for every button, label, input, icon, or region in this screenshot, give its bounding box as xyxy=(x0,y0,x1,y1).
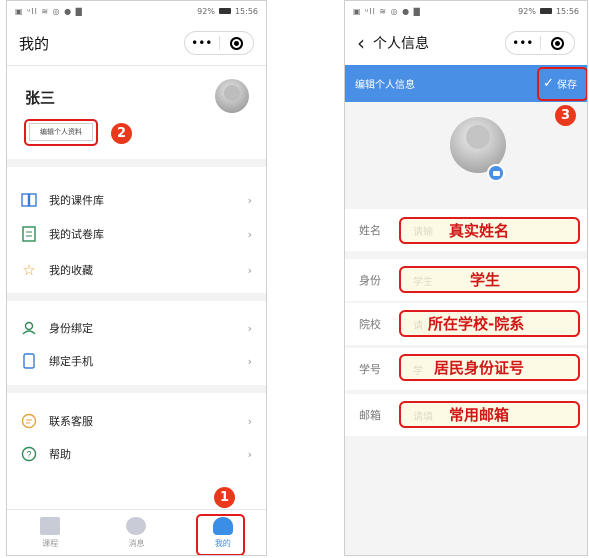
divider xyxy=(7,65,266,66)
section-gap xyxy=(7,385,266,393)
highlight-edit-profile xyxy=(24,119,98,146)
more-button[interactable]: ••• xyxy=(185,32,219,54)
svg-text:?: ? xyxy=(26,450,31,460)
status-icons: ▣ ᵘll ≋ ◎ ● ▇ xyxy=(353,6,421,16)
menu-item-papers[interactable]: 我的试卷库 › xyxy=(7,216,266,252)
help-icon: ? xyxy=(21,446,37,462)
chevron-right-icon: › xyxy=(247,414,252,428)
field-label: 学号 xyxy=(359,363,381,376)
status-time: 15:56 xyxy=(555,6,579,16)
menu-label: 我的试卷库 xyxy=(49,228,104,241)
chevron-right-icon: › xyxy=(247,447,252,461)
field-label: 身份 xyxy=(359,274,381,287)
back-icon[interactable]: ‹ xyxy=(357,33,365,53)
close-button[interactable] xyxy=(220,32,254,54)
battery-icon xyxy=(218,8,231,14)
field-label: 邮箱 xyxy=(359,409,381,422)
annotation-student-id: 居民身份证号 xyxy=(434,359,525,377)
menu-item-help[interactable]: ? 帮助 › xyxy=(7,436,266,472)
menu-label: 我的课件库 xyxy=(49,194,104,207)
status-time: 15:56 xyxy=(234,6,258,16)
highlight-tab-mine xyxy=(196,514,245,555)
callout-2: 2 xyxy=(111,123,132,144)
chat-icon xyxy=(21,413,37,429)
mini-program-capsule: ••• xyxy=(505,31,575,55)
tab-label: 课程 xyxy=(42,538,59,548)
avatar[interactable] xyxy=(215,79,249,113)
page-title: 我的 xyxy=(19,34,50,53)
message-icon xyxy=(126,516,147,535)
menu-item-phone[interactable]: 绑定手机 › xyxy=(7,343,266,379)
status-icons: ▣ ᵘll ≋ ◎ ● ▇ xyxy=(15,6,83,16)
menu-item-identity[interactable]: 身份绑定 › xyxy=(7,310,266,346)
star-icon: ☆ xyxy=(22,261,36,279)
user-icon xyxy=(21,320,37,336)
chevron-right-icon: › xyxy=(247,193,252,207)
close-button[interactable] xyxy=(541,32,575,54)
section-gap xyxy=(7,159,266,167)
tab-courses[interactable]: 课程 xyxy=(7,510,93,555)
highlight-save xyxy=(537,67,587,101)
target-icon xyxy=(229,37,243,50)
field-label: 姓名 xyxy=(359,224,381,237)
edit-header-label: 编辑个人信息 xyxy=(355,80,415,91)
nav-bar: 我的 ••• xyxy=(7,21,266,65)
menu-item-support[interactable]: 联系客服 › xyxy=(7,403,266,439)
personal-info-screen: ▣ ᵘll ≋ ◎ ● ▇ 92% 15:56 ‹ 个人信息 ••• 编辑个人信息… xyxy=(344,0,588,556)
chevron-right-icon: › xyxy=(247,227,252,241)
annotation-name: 真实姓名 xyxy=(449,222,510,240)
target-icon xyxy=(550,37,564,50)
menu-label: 绑定手机 xyxy=(49,355,93,368)
menu-item-courseware[interactable]: 我的课件库 › xyxy=(7,182,266,218)
annotation-school: 所在学校-院系 xyxy=(428,315,525,333)
chevron-right-icon: › xyxy=(247,263,252,277)
status-bar: ▣ ᵘll ≋ ◎ ● ▇ 92% 15:56 xyxy=(345,1,587,21)
chevron-right-icon: › xyxy=(247,354,252,368)
menu-label: 帮助 xyxy=(49,448,71,461)
annotation-identity: 学生 xyxy=(470,271,501,289)
callout-3: 3 xyxy=(555,105,576,126)
courses-icon xyxy=(40,516,61,535)
phone-icon xyxy=(21,353,37,369)
battery-percent: 92% xyxy=(518,6,536,16)
menu-label: 我的收藏 xyxy=(49,264,93,277)
annotation-email: 常用邮箱 xyxy=(449,406,510,424)
menu-item-favorites[interactable]: ☆ 我的收藏 › xyxy=(7,252,266,288)
camera-icon[interactable] xyxy=(487,164,505,182)
status-bar: ▣ ᵘll ≋ ◎ ● ▇ 92% 15:56 xyxy=(7,1,266,21)
tab-label: 消息 xyxy=(128,538,145,548)
field-label: 院校 xyxy=(359,318,381,331)
more-button[interactable]: ••• xyxy=(506,32,540,54)
my-page-screen: ▣ ᵘll ≋ ◎ ● ▇ 92% 15:56 我的 ••• 张三 编辑个人资料 … xyxy=(6,0,267,556)
page-title: 个人信息 xyxy=(373,36,429,52)
battery-percent: 92% xyxy=(197,6,215,16)
menu-label: 身份绑定 xyxy=(49,322,93,335)
battery-icon xyxy=(539,8,552,14)
menu-label: 联系客服 xyxy=(49,415,93,428)
chevron-right-icon: › xyxy=(247,321,252,335)
book-icon xyxy=(21,192,37,208)
mini-program-capsule: ••• xyxy=(184,31,254,55)
tab-messages[interactable]: 消息 xyxy=(93,510,179,555)
nav-bar: ‹ 个人信息 ••• xyxy=(345,21,587,65)
section-gap xyxy=(7,293,266,301)
callout-1: 1 xyxy=(214,487,235,508)
document-icon xyxy=(21,226,37,242)
user-name: 张三 xyxy=(25,89,56,107)
